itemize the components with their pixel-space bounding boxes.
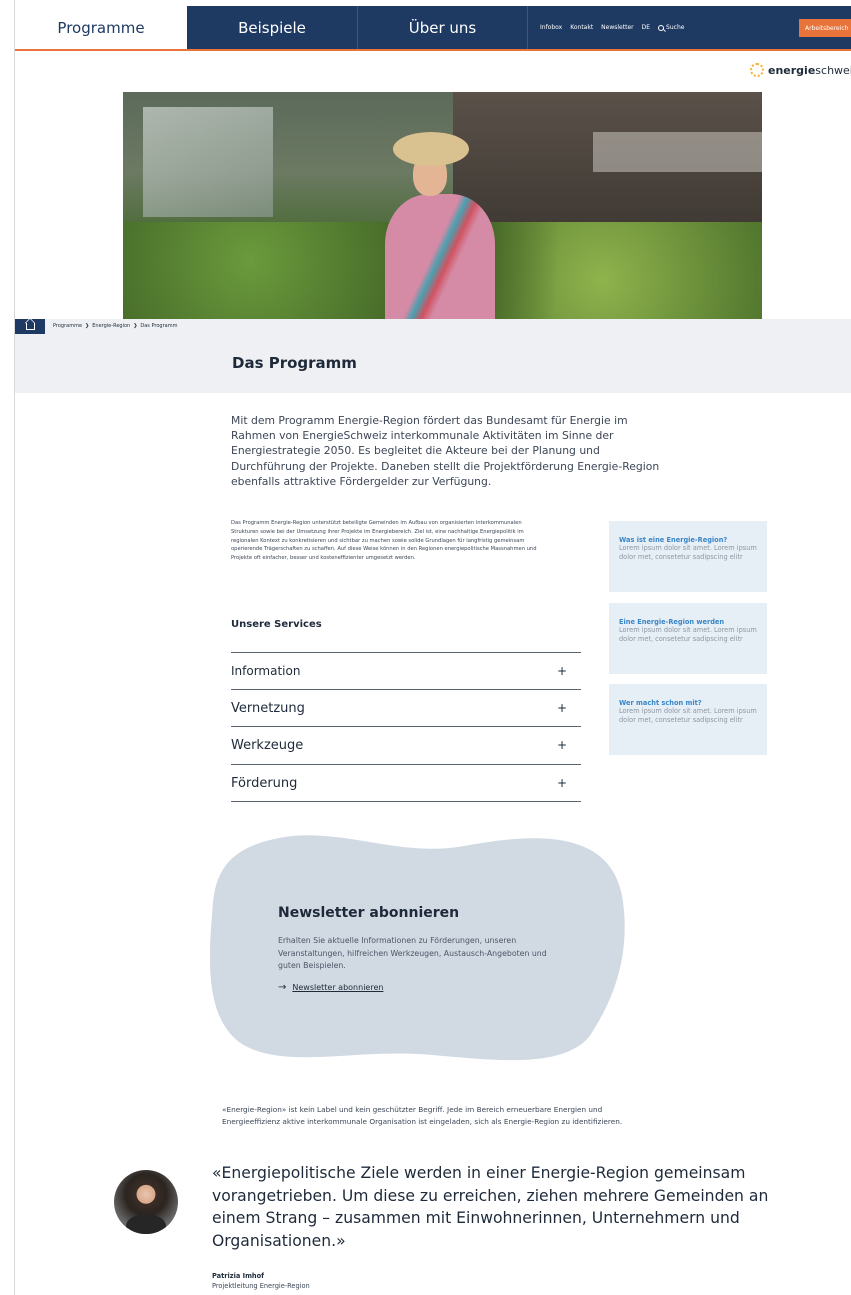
avatar-shirt (126, 1214, 166, 1234)
breadcrumb-item-programme[interactable]: Programme (53, 323, 82, 329)
util-link-newsletter[interactable]: Newsletter (601, 24, 633, 31)
util-link-infobox[interactable]: Infobox (540, 24, 562, 31)
accordion-foerderung[interactable]: Förderung + (231, 764, 581, 801)
gardener-hat (393, 132, 469, 166)
home-icon (25, 323, 35, 330)
accordion-label: Werkzeuge (231, 737, 304, 753)
nav-tab-beispiele[interactable]: Beispiele (187, 6, 358, 49)
language-switch[interactable]: DE (642, 24, 650, 31)
services-heading: Unsere Services (231, 619, 322, 630)
accordion-information[interactable]: Information + (231, 652, 581, 689)
search-button[interactable]: Suche (658, 24, 684, 31)
card-who-participates[interactable]: Wer macht schon mit? Lorem ipsum dolor s… (609, 684, 767, 755)
card-title: Was ist eine Energie-Region? (619, 536, 728, 544)
plus-icon: + (556, 776, 567, 790)
logo-thin: schwei (815, 63, 851, 77)
label-disclaimer: «Energie-Region» ist kein Label und kein… (222, 1105, 623, 1126)
testimonial-quote: «Energiepolitische Ziele werden in einer… (212, 1164, 769, 1250)
title-band: Programme ❯ Energie-Region ❯ Das Program… (15, 319, 851, 393)
newsletter-text: Erhalten Sie aktuelle Informationen zu F… (278, 936, 547, 970)
energieschweiz-logo[interactable]: energie schwei (750, 63, 851, 77)
barn-shape (453, 92, 762, 242)
quote-author-name: Patrizia Imhof (212, 1272, 265, 1280)
hero-image (123, 92, 762, 319)
arrow-right-icon: → (278, 982, 287, 993)
card-what-is-energy-region[interactable]: Was ist eine Energie-Region? Lorem ipsum… (609, 521, 767, 592)
greenhouse-shape (143, 107, 273, 217)
main-navigation: Programme Beispiele Über uns Infobox Kon… (15, 6, 851, 51)
gardener-shirt (385, 194, 495, 319)
newsletter-title: Newsletter abonnieren (278, 905, 460, 921)
page-edge-rule (14, 0, 15, 1295)
breadcrumb: Programme ❯ Energie-Region ❯ Das Program… (53, 323, 177, 329)
card-title: Eine Energie-Region werden (619, 618, 725, 626)
chevron-right-icon: ❯ (85, 323, 90, 329)
body-paragraph: Das Programm Energie-Region unterstützt … (231, 520, 537, 562)
plus-icon: + (556, 701, 567, 715)
card-become-energy-region[interactable]: Eine Energie-Region werden Lorem ipsum d… (609, 603, 767, 674)
home-button[interactable] (15, 319, 45, 334)
plus-icon: + (556, 664, 567, 678)
accordion-label: Information (231, 664, 301, 678)
intro-paragraph: Mit dem Programm Energie-Region fördert … (231, 414, 660, 488)
sun-logo-icon (750, 63, 764, 77)
card-text: Lorem ipsum dolor sit amet. Lorem ipsum … (619, 707, 757, 724)
chevron-right-icon: ❯ (133, 323, 138, 329)
plus-icon: + (556, 738, 567, 752)
card-text: Lorem ipsum dolor sit amet. Lorem ipsum … (619, 626, 757, 643)
newsletter-link-label: Newsletter abonnieren (292, 983, 384, 992)
page-title: Das Programm (232, 354, 357, 372)
logo-bold: energie (768, 63, 816, 77)
breadcrumb-item-current: Das Programm (140, 323, 178, 329)
accordion-label: Förderung (231, 775, 298, 791)
accordion-bottom-rule (231, 801, 581, 802)
work-area-button[interactable]: Arbeitsbereich (799, 19, 851, 37)
search-label: Suche (666, 24, 685, 31)
accordion-werkzeuge[interactable]: Werkzeuge + (231, 726, 581, 763)
accordion-vernetzung[interactable]: Vernetzung + (231, 689, 581, 726)
accordion-label: Vernetzung (231, 700, 305, 716)
gardener-figure (385, 132, 495, 319)
card-text: Lorem ipsum dolor sit amet. Lorem ipsum … (619, 544, 757, 561)
search-icon (658, 24, 665, 31)
nav-tab-programme[interactable]: Programme (15, 6, 187, 49)
util-link-kontakt[interactable]: Kontakt (570, 24, 593, 31)
breadcrumb-item-energie-region[interactable]: Energie-Region (92, 323, 130, 329)
newsletter-subscribe-link[interactable]: → Newsletter abonnieren (278, 982, 383, 993)
avatar (114, 1170, 178, 1234)
card-title: Wer macht schon mit? (619, 699, 702, 707)
quote-author-role: Projektleitung Energie-Region (212, 1282, 310, 1290)
nav-tab-ueber-uns[interactable]: Über uns (358, 6, 528, 49)
